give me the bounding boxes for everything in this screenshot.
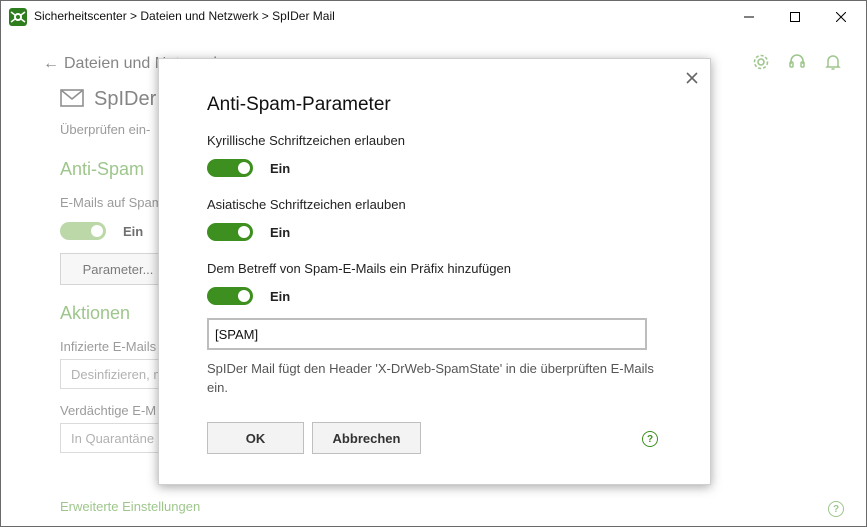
- minimize-icon: [744, 16, 754, 17]
- header-note: SpIDer Mail fügt den Header 'X-DrWeb-Spa…: [207, 361, 654, 395]
- toggle-knob: [238, 290, 250, 302]
- asian-toggle[interactable]: [207, 223, 253, 241]
- close-window-button[interactable]: [818, 1, 864, 32]
- dialog-help-icon[interactable]: ?: [642, 431, 658, 447]
- maximize-icon: [790, 11, 800, 22]
- cyrillic-label: Kyrillische Schriftzeichen erlauben: [207, 133, 405, 148]
- minimize-button[interactable]: [726, 1, 772, 32]
- asian-toggle-state: Ein: [270, 225, 291, 240]
- app-window: Sicherheitscenter > Dateien und Netzwerk…: [0, 0, 867, 527]
- cancel-button[interactable]: Abbrechen: [312, 422, 421, 454]
- window-title: Sicherheitscenter > Dateien und Netzwerk…: [34, 9, 335, 23]
- asian-label: Asiatische Schriftzeichen erlauben: [207, 197, 406, 212]
- anti-spam-parameters-dialog: Anti-Spam-Parameter Kyrillische Schriftz…: [158, 58, 711, 485]
- prefix-toggle[interactable]: [207, 287, 253, 305]
- maximize-button[interactable]: [772, 1, 818, 32]
- toggle-knob: [238, 226, 250, 238]
- dialog-close-icon[interactable]: [685, 71, 699, 85]
- prefix-toggle-state: Ein: [270, 289, 291, 304]
- cyrillic-toggle-state: Ein: [270, 161, 291, 176]
- ok-button[interactable]: OK: [207, 422, 304, 454]
- dialog-title: Anti-Spam-Parameter: [207, 94, 391, 115]
- cyrillic-toggle[interactable]: [207, 159, 253, 177]
- close-icon: [836, 11, 846, 22]
- prefix-label: Dem Betreff von Spam-E-Mails ein Präfix …: [207, 261, 511, 276]
- title-bar: Sicherheitscenter > Dateien und Netzwerk…: [1, 1, 866, 32]
- toggle-knob: [238, 162, 250, 174]
- prefix-input[interactable]: [207, 318, 647, 350]
- drweb-spider-icon: [9, 8, 27, 26]
